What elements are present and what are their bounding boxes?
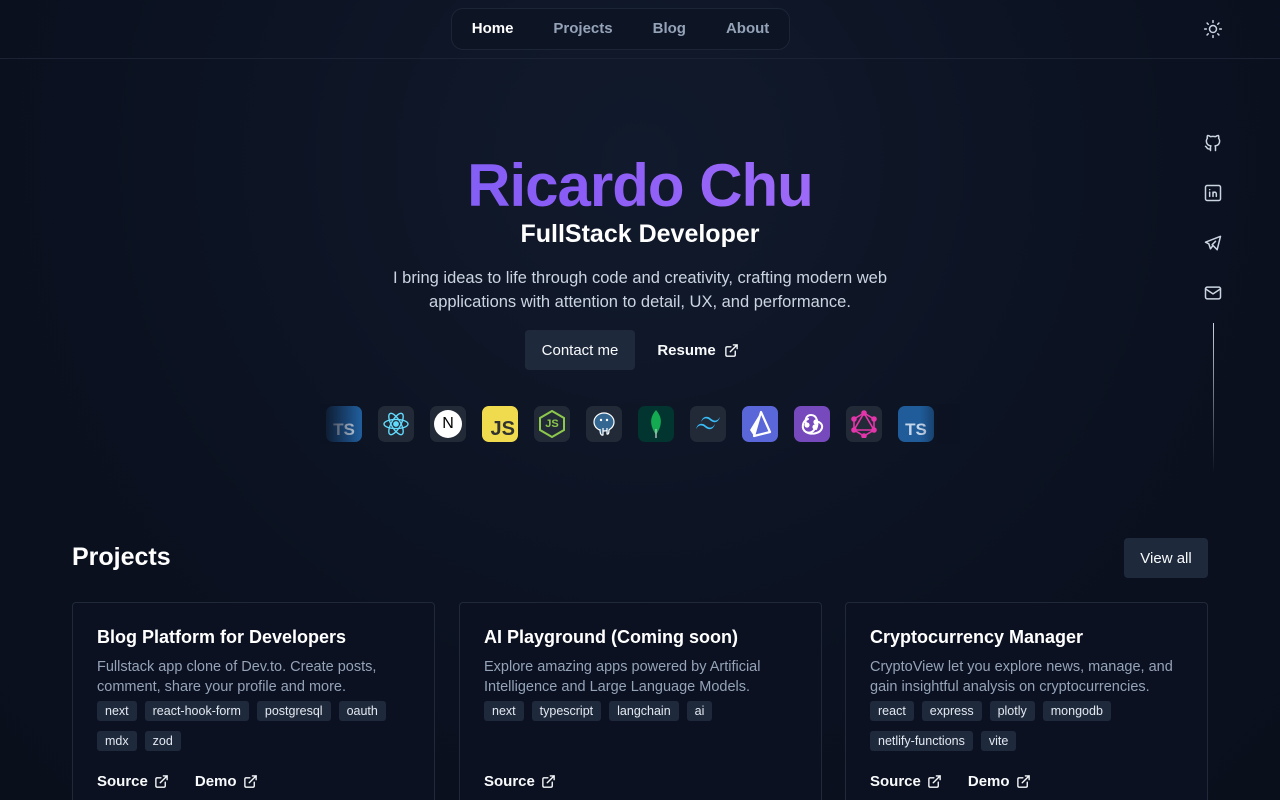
tag: mongodb: [1042, 701, 1111, 721]
external-link-icon: [542, 775, 555, 788]
sun-icon[interactable]: [1200, 16, 1226, 42]
demo-link[interactable]: Demo: [968, 773, 1031, 790]
nodejs-icon-text: JS: [545, 418, 559, 430]
external-link-icon: [724, 343, 739, 358]
tag: zod: [144, 731, 181, 751]
nextjs-icon-text: N: [442, 415, 454, 432]
prisma-icon: [742, 406, 778, 442]
carousel-fade-left: [320, 404, 360, 444]
source-link-label: Source: [870, 773, 921, 790]
project-card: AI Playground (Coming soon) Explore amaz…: [459, 602, 822, 800]
mail-icon[interactable]: [1200, 280, 1226, 306]
mongodb-icon: [638, 406, 674, 442]
demo-link[interactable]: Demo: [195, 773, 258, 790]
site-header: Home Projects Blog About: [0, 0, 1280, 59]
graphql-icon: [846, 406, 882, 442]
carousel-fade-right: [920, 404, 960, 444]
tag: netlify-functions: [870, 731, 973, 751]
project-card-title: Cryptocurrency Manager: [870, 627, 1084, 647]
source-link-label: Source: [484, 773, 535, 790]
tag: react: [870, 701, 914, 721]
social-divider: [1213, 323, 1214, 473]
project-card: Cryptocurrency Manager CryptoView let yo…: [845, 602, 1208, 800]
project-card-description: CryptoView let you explore news, manage,…: [870, 659, 1173, 695]
project-card-tags: next typescript langchain ai: [484, 701, 797, 755]
contact-button[interactable]: Contact me: [525, 330, 635, 370]
main-nav: Home Projects Blog About: [451, 8, 790, 50]
hero-description: I bring ideas to life through code and c…: [392, 269, 888, 311]
contact-button-label: Contact me: [541, 341, 619, 359]
tag: langchain: [609, 701, 679, 721]
project-card-links: Source Demo: [97, 773, 258, 790]
projects-heading: Projects: [72, 543, 171, 571]
tag: typescript: [531, 701, 602, 721]
external-link-icon: [1016, 775, 1030, 788]
javascript-icon: JS: [482, 406, 518, 442]
redux-icon: [794, 406, 830, 442]
nav-item-projects[interactable]: Projects: [533, 8, 632, 50]
source-link[interactable]: Source: [870, 773, 942, 790]
source-link[interactable]: Source: [97, 773, 169, 790]
resume-button[interactable]: Resume: [646, 330, 750, 370]
project-card-links: Source: [484, 773, 556, 790]
tag: next: [97, 701, 137, 721]
tag: vite: [980, 731, 1017, 751]
project-card-description: Fullstack app clone of Dev.to. Create po…: [97, 659, 377, 695]
tag: postgresql: [256, 701, 331, 721]
tech-stack-carousel: TS N JS JS: [320, 404, 960, 444]
project-card-title: AI Playground (Coming soon): [484, 627, 738, 647]
project-card-tags: next react-hook-form postgresql oauth md…: [97, 701, 410, 755]
javascript-icon-text: JS: [490, 418, 515, 440]
external-link-icon: [928, 775, 941, 788]
demo-link-label: Demo: [194, 773, 237, 790]
external-link-icon: [155, 775, 168, 788]
project-card-tags: react express plotly mongodb netlify-fun…: [870, 701, 1183, 755]
project-card: Blog Platform for Developers Fullstack a…: [72, 602, 435, 800]
tag: ai: [686, 701, 713, 721]
tailwind-icon: [690, 406, 726, 442]
nextjs-icon: N: [430, 406, 466, 442]
demo-link-label: Demo: [967, 773, 1010, 790]
react-icon: [378, 406, 414, 442]
postgresql-icon: [586, 406, 622, 442]
project-card-description: Explore amazing apps powered by Artifici…: [484, 659, 761, 695]
nav-item-home[interactable]: Home: [452, 8, 534, 50]
hero-name: Ricardo Chu: [0, 152, 1280, 220]
project-card-title: Blog Platform for Developers: [97, 627, 347, 647]
project-card-links: Source Demo: [870, 773, 1031, 790]
view-all-button-label: View all: [1140, 549, 1192, 567]
source-link-label: Source: [97, 773, 148, 790]
external-link-icon: [243, 775, 257, 788]
nodejs-icon: JS: [534, 406, 570, 442]
nav-item-about[interactable]: About: [706, 8, 789, 50]
tag: react-hook-form: [144, 701, 249, 721]
tag: next: [484, 701, 524, 721]
tag: express: [921, 701, 982, 721]
tag: plotly: [989, 701, 1035, 721]
resume-button-label: Resume: [657, 341, 716, 359]
nav-item-blog[interactable]: Blog: [633, 8, 706, 50]
hero-role: FullStack Developer: [520, 220, 760, 248]
source-link[interactable]: Source: [484, 773, 556, 790]
tag: oauth: [338, 701, 386, 721]
view-all-button[interactable]: View all: [1124, 538, 1208, 578]
tag: mdx: [97, 731, 137, 751]
